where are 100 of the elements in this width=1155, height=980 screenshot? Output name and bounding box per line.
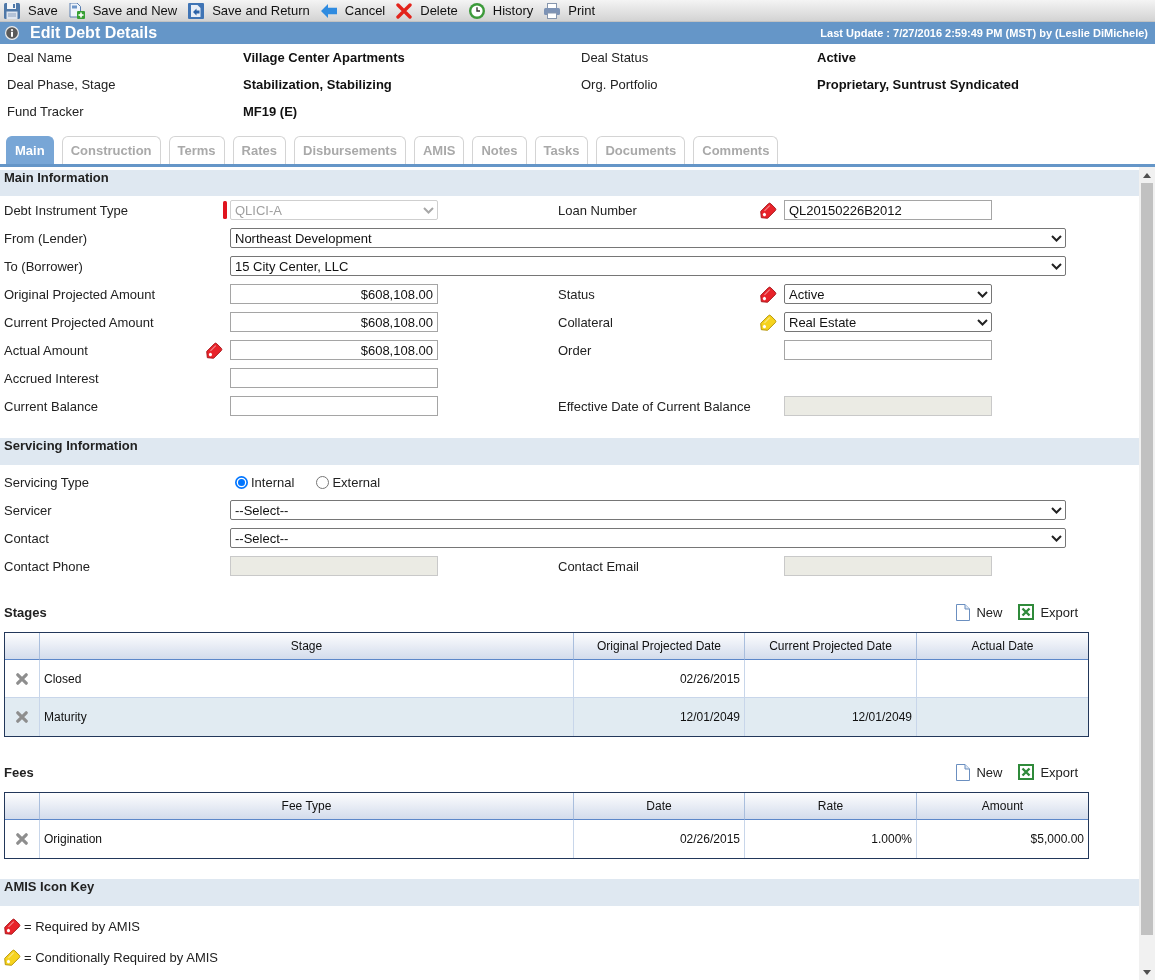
field-label: Contact Email xyxy=(558,558,639,574)
field-label: Fund Tracker xyxy=(7,104,84,119)
field-label: Effective Date of Current Balance xyxy=(558,398,751,414)
table-cell: 02/26/2015 xyxy=(574,660,745,698)
delete-button[interactable]: Delete xyxy=(396,1,458,20)
field-value: Stabilization, Stabilizing xyxy=(243,77,392,92)
document-plus-icon xyxy=(68,2,85,19)
section-title: Stages xyxy=(4,604,47,620)
text-field[interactable]: QL20150226B2012 xyxy=(784,200,992,220)
arrow-left-icon xyxy=(320,2,337,19)
column-header: Actual Date xyxy=(917,633,1088,660)
vertical-bar-icon xyxy=(223,201,227,219)
column-header xyxy=(5,793,40,820)
field-label: Original Projected Amount xyxy=(4,286,156,302)
column-header xyxy=(5,633,40,660)
page-title: Edit Debt Details xyxy=(30,24,158,42)
scrollbar-thumb[interactable] xyxy=(1141,183,1153,935)
field-label: Debt Instrument Type xyxy=(4,202,129,218)
dropdown[interactable]: Real Estate xyxy=(784,312,992,332)
field-label: Actual Amount xyxy=(4,342,88,358)
field-label: Current Balance xyxy=(4,398,98,414)
field-value: Village Center Apartments xyxy=(243,50,405,65)
field-label: Deal Name xyxy=(7,50,73,65)
chevron-down-icon xyxy=(1051,262,1062,270)
document-icon xyxy=(956,763,971,781)
field-label: Contact Phone xyxy=(4,558,90,574)
column-header: Fee Type xyxy=(40,793,574,820)
text-field[interactable]: $608,108.00 xyxy=(230,312,438,332)
section-header: Main Information xyxy=(0,170,1139,196)
field-value: MF19 (E) xyxy=(243,104,298,119)
table-cell: 12/01/2049 xyxy=(745,698,917,736)
field-label: Current Projected Amount xyxy=(4,314,154,330)
cross-icon[interactable] xyxy=(16,711,28,723)
chevron-down-icon xyxy=(1051,534,1062,542)
field-value: Active xyxy=(817,50,857,65)
cross-icon xyxy=(396,2,413,19)
field-label: Servicer xyxy=(4,502,52,518)
dropdown[interactable]: 15 City Center, LLC xyxy=(230,256,1066,276)
chevron-down-icon xyxy=(977,318,988,326)
new-button[interactable]: New xyxy=(956,603,1003,621)
column-header: Date xyxy=(574,793,745,820)
text-field[interactable] xyxy=(230,368,438,388)
radio-option[interactable]: Internal xyxy=(235,474,295,490)
new-button[interactable]: New xyxy=(956,763,1003,781)
section-header: AMIS Icon Key xyxy=(0,879,1139,906)
scrollbar[interactable] xyxy=(1139,167,1155,980)
cancel-button[interactable]: Cancel xyxy=(320,1,386,20)
printer-icon xyxy=(544,2,561,19)
spreadsheet-icon xyxy=(1018,604,1035,620)
field-label: Status xyxy=(558,286,595,302)
clock-icon xyxy=(468,2,485,19)
field-label: Collateral xyxy=(558,314,613,330)
column-header: Original Projected Date xyxy=(574,633,745,660)
table-cell: Maturity xyxy=(40,698,574,736)
tag-icon xyxy=(760,201,777,219)
caret-down-icon[interactable] xyxy=(1143,969,1151,975)
dropdown[interactable]: --Select-- xyxy=(230,500,1066,520)
export-button[interactable]: Export xyxy=(1018,764,1078,780)
dropdown[interactable]: Active xyxy=(784,284,992,304)
print-button[interactable]: Print xyxy=(544,1,595,20)
tag-icon xyxy=(4,949,21,966)
field-label: Order xyxy=(558,342,592,358)
field-label: Servicing Type xyxy=(4,474,90,490)
column-header: Current Projected Date xyxy=(745,633,917,660)
save-button[interactable]: Save xyxy=(4,1,58,20)
cross-icon[interactable] xyxy=(16,672,28,685)
save-new-button[interactable]: Save and New xyxy=(68,1,178,20)
tag-icon xyxy=(760,285,777,303)
tag-icon xyxy=(760,313,777,331)
cross-icon[interactable] xyxy=(16,833,28,845)
document-icon xyxy=(956,603,971,621)
dropdown[interactable]: --Select-- xyxy=(230,528,1066,548)
field-label: Contact xyxy=(4,530,49,546)
legend-text: = Required by AMIS xyxy=(24,919,140,934)
text-field[interactable]: $608,108.00 xyxy=(230,340,438,360)
chevron-down-icon xyxy=(423,206,434,214)
info-icon xyxy=(5,26,19,40)
tag-icon xyxy=(4,918,21,935)
field-label: Deal Phase, Stage xyxy=(7,77,116,92)
section-header: Servicing Information xyxy=(0,438,1139,465)
history-button[interactable]: History xyxy=(468,1,534,20)
field-label: To (Borrower) xyxy=(4,258,83,274)
text-field[interactable] xyxy=(230,396,438,416)
caret-up-icon[interactable] xyxy=(1143,172,1151,178)
export-button[interactable]: Export xyxy=(1018,604,1078,620)
field-label: Loan Number xyxy=(558,202,637,218)
chevron-down-icon xyxy=(977,290,988,298)
table-cell: 12/01/2049 xyxy=(574,698,745,736)
text-field[interactable]: $608,108.00 xyxy=(230,284,438,304)
table-cell: Closed xyxy=(40,660,574,698)
spreadsheet-icon xyxy=(1018,764,1035,780)
legend-text: = Conditionally Required by AMIS xyxy=(24,950,219,965)
text-field[interactable] xyxy=(784,340,992,360)
field-label: Accrued Interest xyxy=(4,370,99,386)
column-header: Rate xyxy=(745,793,917,820)
dropdown[interactable]: Northeast Development xyxy=(230,228,1066,248)
chevron-down-icon xyxy=(1051,234,1062,242)
save-return-button[interactable]: Save and Return xyxy=(188,1,310,20)
field-label: From (Lender) xyxy=(4,230,88,246)
radio-option[interactable]: External xyxy=(316,474,381,490)
